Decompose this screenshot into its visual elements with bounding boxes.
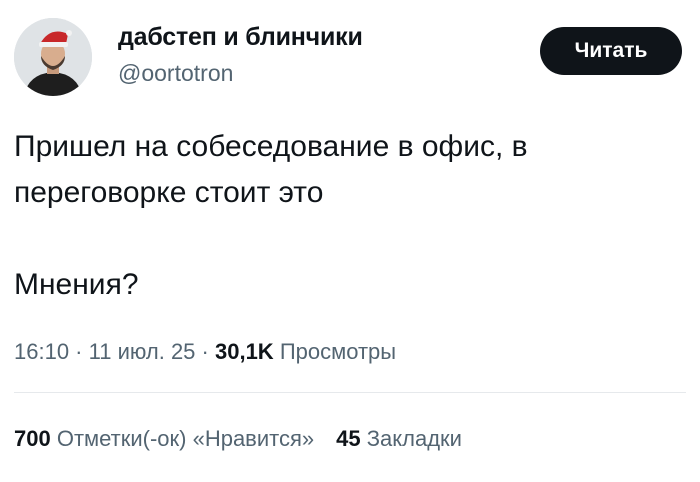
bookmarks-label: Закладки [360,426,462,451]
bookmarks-link[interactable]: 45 Закладки [336,426,462,451]
tweet-line: Мнения? [14,268,139,301]
likes-count: 700 [14,426,51,451]
follow-button[interactable]: Читать [540,27,682,75]
engagement-stats: 700 Отметки(-ок) «Нравится» 45 Закладки [14,424,462,454]
tweet-line: переговорке стоит это [14,176,324,209]
tweet-text: Пришел на собеседование в офис, в перего… [14,124,674,308]
divider [14,392,686,393]
bookmarks-count: 45 [336,426,361,451]
likes-link[interactable]: 700 Отметки(-ок) «Нравится» [14,426,314,451]
author-block: дабстеп и блинчики @oortotron [118,22,363,88]
likes-label: Отметки(-ок) «Нравится» [50,426,315,451]
tweet-time[interactable]: 16:10 [14,339,69,364]
tweet-line: Пришел на собеседование в офис, в [14,130,528,163]
display-name[interactable]: дабстеп и блинчики [118,22,363,52]
views-count[interactable]: 30,1K [215,339,274,364]
meta-separator: · [195,339,215,364]
tweet-date[interactable]: 11 июл. 25 [89,339,196,364]
user-avatar-icon [14,18,92,96]
tweet-meta: 16:10 · 11 июл. 25 · 30,1K Просмотры [14,337,396,367]
user-handle[interactable]: @oortotron [118,58,363,88]
meta-separator: · [69,339,89,364]
views-label[interactable]: Просмотры [274,339,396,364]
avatar[interactable] [14,18,92,96]
